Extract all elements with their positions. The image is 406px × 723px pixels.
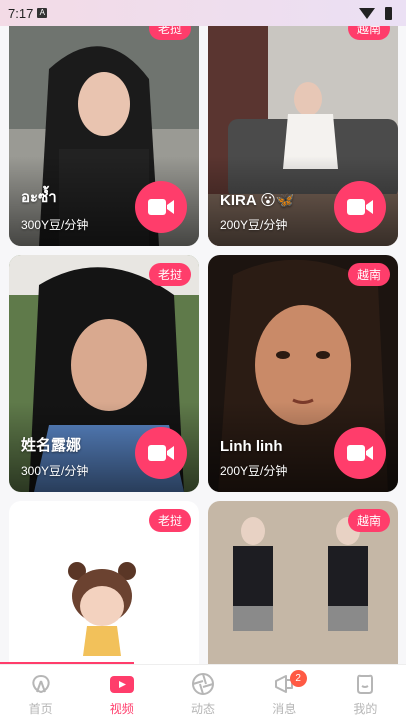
tab-video[interactable]: 视频	[81, 665, 162, 723]
tab-moments[interactable]: 动态	[162, 665, 243, 723]
host-card[interactable]: 越南 Linh linh 200Y豆/分钟	[208, 255, 398, 492]
tab-profile[interactable]: 我的	[325, 665, 406, 723]
host-card[interactable]: 老挝	[9, 501, 199, 664]
video-call-button[interactable]	[334, 181, 386, 233]
host-price: 200Y豆/分钟	[220, 464, 288, 478]
tab-messages[interactable]: 2 消息	[244, 665, 325, 723]
video-call-button[interactable]	[135, 181, 187, 233]
host-card[interactable]: 老挝 อะซ้ำ 300Y豆/分钟	[9, 9, 199, 246]
host-price: 300Y豆/分钟	[21, 464, 89, 478]
tab-label: 动态	[191, 702, 216, 716]
host-price: 300Y豆/分钟	[21, 218, 89, 232]
video-camera-icon	[148, 445, 174, 461]
tab-label: 首页	[28, 702, 53, 716]
camera-aperture-icon	[190, 671, 216, 697]
host-card[interactable]: 老挝 姓名露娜 300Y豆/分钟	[9, 255, 199, 492]
country-tag: 老挝	[148, 263, 191, 286]
status-bar: 7:17 A	[0, 0, 406, 26]
tab-label: 我的	[353, 702, 378, 716]
country-tag: 老挝	[148, 509, 191, 532]
bottom-tab-bar: 首页 视频 动态 2 消息 我的	[0, 664, 406, 723]
host-name: KIRA 😮🦋	[220, 192, 295, 209]
tab-label: 消息	[272, 702, 297, 716]
notification-a-icon: A	[37, 8, 48, 18]
host-name: อะซ้ำ	[21, 189, 57, 206]
tab-home[interactable]: 首页	[0, 665, 81, 723]
video-call-button[interactable]	[334, 427, 386, 479]
wifi-icon	[359, 7, 375, 19]
host-price: 200Y豆/分钟	[220, 218, 288, 232]
unread-badge: 2	[289, 670, 307, 687]
video-camera-icon	[347, 445, 373, 461]
status-icons	[359, 6, 392, 20]
host-name: Linh linh	[220, 438, 283, 455]
battery-icon	[385, 6, 392, 20]
video-camera-icon	[148, 199, 174, 215]
tab-label: 视频	[109, 702, 134, 716]
status-time: 7:17 A	[8, 5, 48, 21]
host-name: 姓名露娜	[21, 437, 82, 454]
host-card[interactable]: 越南 KIRA 😮🦋 200Y豆/分钟	[208, 9, 398, 246]
profile-icon	[352, 671, 378, 697]
country-tag: 越南	[347, 509, 390, 532]
host-card[interactable]: 越南	[208, 501, 398, 664]
video-feed: 老挝 อะซ้ำ 300Y豆/分钟 越南 KIRA 😮🦋 200Y豆/分钟 老挝…	[0, 0, 406, 664]
home-icon	[28, 671, 54, 697]
clock-text: 7:17	[8, 5, 34, 21]
country-tag: 越南	[347, 263, 390, 286]
video-call-button[interactable]	[135, 427, 187, 479]
video-camera-icon	[347, 199, 373, 215]
video-icon	[109, 671, 135, 697]
